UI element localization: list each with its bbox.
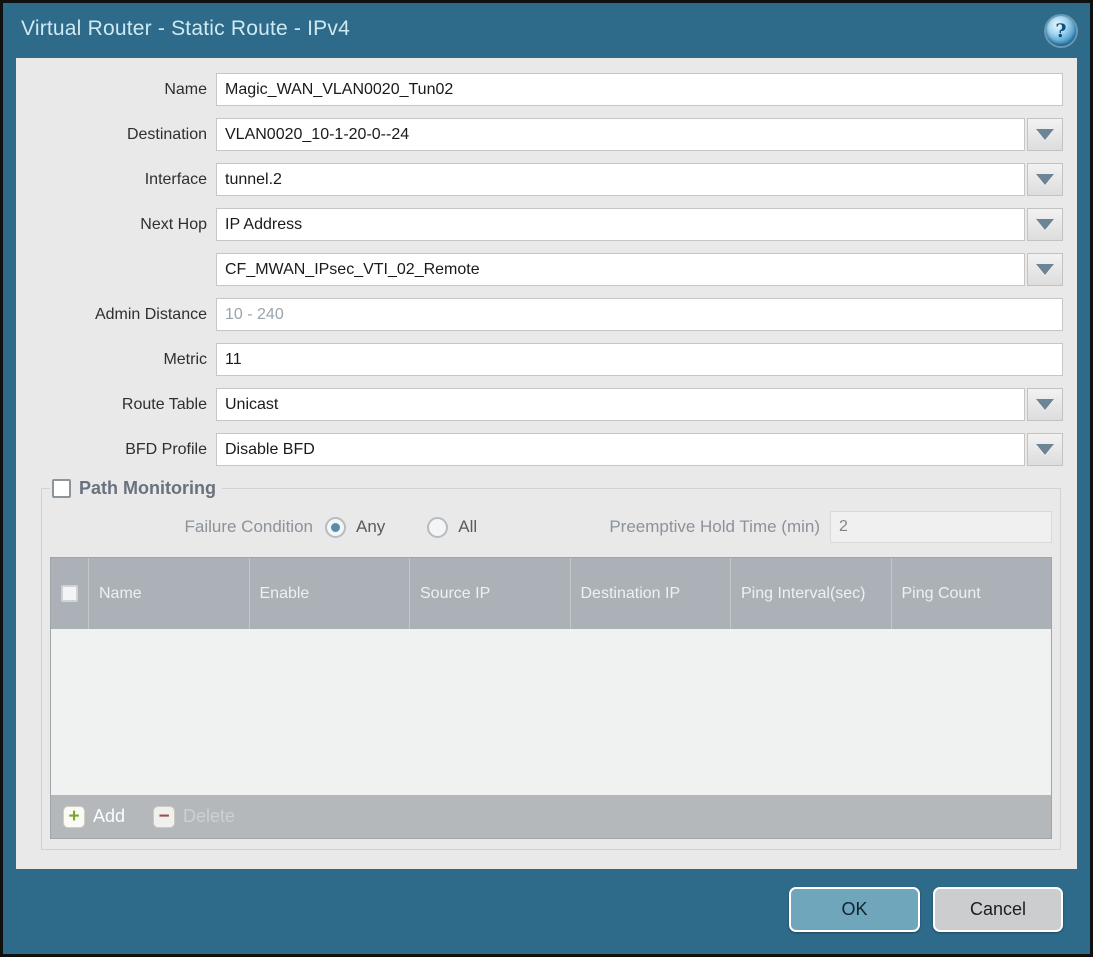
cancel-button[interactable]: Cancel: [933, 887, 1063, 932]
metric-input[interactable]: [216, 343, 1063, 376]
bfd-profile-row: BFD Profile: [24, 433, 1063, 466]
destination-input[interactable]: [216, 118, 1025, 151]
destination-label: Destination: [24, 126, 216, 144]
radio-any-label: Any: [356, 517, 385, 537]
preemptive-hold-time-input[interactable]: [830, 511, 1052, 543]
delete-minus-icon: −: [153, 806, 175, 828]
metric-label: Metric: [24, 351, 216, 369]
table-toolbar: + Add − Delete: [51, 795, 1051, 838]
column-header-name[interactable]: Name: [88, 558, 249, 629]
path-monitoring-section: Path Monitoring Failure Condition Any Al…: [41, 478, 1061, 850]
admin-distance-input[interactable]: [216, 298, 1063, 331]
table-body-empty: [51, 629, 1051, 795]
column-header-ping-count[interactable]: Ping Count: [891, 558, 1052, 629]
chevron-down-icon: [1036, 129, 1054, 140]
add-button[interactable]: + Add: [63, 806, 125, 828]
interface-row: Interface: [24, 163, 1063, 196]
path-monitoring-title: Path Monitoring: [79, 478, 216, 499]
radio-all-label: All: [458, 517, 477, 537]
next-hop-label: Next Hop: [24, 216, 216, 234]
next-hop-address-input[interactable]: [216, 253, 1025, 286]
failure-condition-any-option[interactable]: Any: [325, 517, 385, 538]
title-bar: Virtual Router - Static Route - IPv4 ?: [3, 3, 1090, 55]
destination-row: Destination: [24, 118, 1063, 151]
next-hop-type-input[interactable]: [216, 208, 1025, 241]
chevron-down-icon: [1036, 264, 1054, 275]
chevron-down-icon: [1036, 399, 1054, 410]
next-hop-dropdown-button[interactable]: [1027, 208, 1063, 241]
preemptive-hold-time-label: Preemptive Hold Time (min): [609, 517, 830, 537]
name-input[interactable]: [216, 73, 1063, 106]
add-plus-icon: +: [63, 806, 85, 828]
route-table-label: Route Table: [24, 396, 216, 414]
column-header-ping-interval[interactable]: Ping Interval(sec): [730, 558, 891, 629]
interface-label: Interface: [24, 171, 216, 189]
radio-all-icon[interactable]: [427, 517, 448, 538]
name-row: Name: [24, 73, 1063, 106]
static-route-dialog: Virtual Router - Static Route - IPv4 ? N…: [0, 0, 1093, 957]
select-all-checkbox[interactable]: [61, 585, 78, 602]
admin-distance-label: Admin Distance: [24, 306, 216, 324]
dialog-title: Virtual Router - Static Route - IPv4: [3, 17, 350, 41]
admin-distance-row: Admin Distance: [24, 298, 1063, 331]
radio-any-icon[interactable]: [325, 517, 346, 538]
route-table-input[interactable]: [216, 388, 1025, 421]
select-all-cell: [51, 558, 88, 629]
next-hop-address-row: [24, 253, 1063, 286]
failure-condition-label: Failure Condition: [50, 517, 325, 537]
chevron-down-icon: [1036, 219, 1054, 230]
delete-button-label: Delete: [183, 806, 235, 827]
add-button-label: Add: [93, 806, 125, 827]
delete-button[interactable]: − Delete: [153, 806, 235, 828]
failure-condition-row: Failure Condition Any All Preemptive Hol…: [50, 509, 1052, 545]
path-monitoring-table: Name Enable Source IP Destination IP Pin…: [50, 557, 1052, 839]
column-header-destination-ip[interactable]: Destination IP: [570, 558, 731, 629]
route-table-dropdown-button[interactable]: [1027, 388, 1063, 421]
failure-condition-all-option[interactable]: All: [427, 517, 477, 538]
dialog-content: Name Destination Interface Next Hop: [16, 58, 1077, 869]
interface-input[interactable]: [216, 163, 1025, 196]
interface-dropdown-button[interactable]: [1027, 163, 1063, 196]
next-hop-row: Next Hop: [24, 208, 1063, 241]
help-icon[interactable]: ?: [1046, 16, 1076, 46]
column-header-source-ip[interactable]: Source IP: [409, 558, 570, 629]
route-table-row: Route Table: [24, 388, 1063, 421]
path-monitoring-checkbox[interactable]: [52, 479, 71, 498]
bfd-profile-label: BFD Profile: [24, 441, 216, 459]
chevron-down-icon: [1036, 444, 1054, 455]
bfd-profile-dropdown-button[interactable]: [1027, 433, 1063, 466]
ok-button[interactable]: OK: [789, 887, 920, 932]
destination-dropdown-button[interactable]: [1027, 118, 1063, 151]
chevron-down-icon: [1036, 174, 1054, 185]
table-header-row: Name Enable Source IP Destination IP Pin…: [51, 558, 1051, 629]
bfd-profile-input[interactable]: [216, 433, 1025, 466]
metric-row: Metric: [24, 343, 1063, 376]
next-hop-address-dropdown-button[interactable]: [1027, 253, 1063, 286]
name-label: Name: [24, 81, 216, 99]
column-header-enable[interactable]: Enable: [249, 558, 410, 629]
